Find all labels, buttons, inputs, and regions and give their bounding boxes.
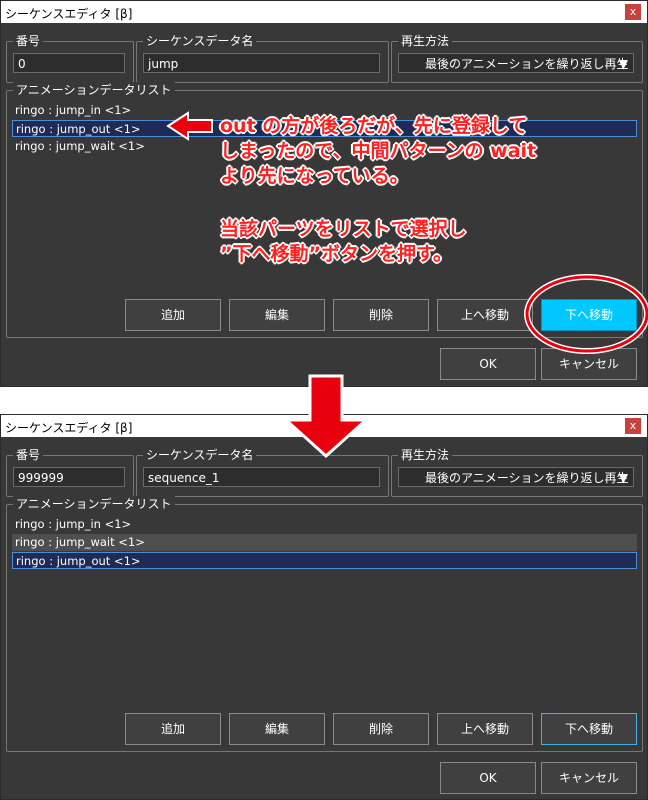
title-bar: シーケンスエディタ [β] x [1, 1, 647, 23]
annotation-text-3: より先になっている。 [220, 165, 409, 187]
sequence-name-field[interactable]: jump [143, 53, 380, 73]
title-bar: シーケンスエディタ [β] x [1, 415, 647, 437]
sequence-name-group: シーケンスデータ名 sequence_1 [136, 447, 389, 497]
annotation-text-5: ”下へ移動”ボタンを押す。 [220, 243, 453, 265]
play-mode-label: 再生方法 [398, 33, 453, 49]
play-mode-group: 再生方法 最後のアニメーションを繰り返し再生 ▼ [391, 33, 643, 83]
dropdown-arrow-icon[interactable]: ▼ [619, 54, 628, 74]
edit-button[interactable]: 編集 [229, 713, 325, 745]
add-button[interactable]: 追加 [125, 299, 221, 331]
close-icon[interactable]: x [625, 4, 641, 20]
close-icon[interactable]: x [625, 418, 641, 434]
ok-button[interactable]: OK [440, 348, 536, 380]
list-item[interactable]: ringo : jump_in <1> [12, 516, 637, 533]
move-down-button[interactable]: 下へ移動 [541, 299, 637, 331]
delete-button[interactable]: 削除 [333, 713, 429, 745]
play-mode-value: 最後のアニメーションを繰り返し再生 [425, 471, 629, 485]
dropdown-arrow-icon[interactable]: ▼ [619, 468, 628, 488]
ok-button[interactable]: OK [440, 762, 536, 794]
annotation-text-4: 当該パーツをリストで選択し [220, 218, 467, 240]
move-down-button[interactable]: 下へ移動 [541, 713, 637, 745]
dialog-client-area: 番号 0 シーケンスデータ名 jump 再生方法 最後のアニメーションを繰り返し… [1, 24, 647, 386]
annotation-text-2: しまったので、中間パターンの wait [220, 140, 537, 162]
dialog-client-area: 番号 999999 シーケンスデータ名 sequence_1 再生方法 最後のア… [1, 438, 647, 799]
sequence-name-field[interactable]: sequence_1 [143, 467, 380, 487]
animation-list[interactable]: ringo : jump_in <1> ringo : jump_wait <1… [12, 513, 637, 701]
cancel-button[interactable]: キャンセル [541, 348, 637, 380]
sequence-name-label: シーケンスデータ名 [143, 447, 257, 463]
number-group: 番号 999999 [6, 447, 134, 497]
window-title: シーケンスエディタ [β] [5, 7, 133, 21]
edit-button[interactable]: 編集 [229, 299, 325, 331]
move-up-button[interactable]: 上へ移動 [437, 299, 533, 331]
play-mode-label: 再生方法 [398, 447, 453, 463]
sequence-name-label: シーケンスデータ名 [143, 33, 257, 49]
play-mode-select[interactable]: 最後のアニメーションを繰り返し再生 ▼ [398, 467, 634, 487]
add-button[interactable]: 追加 [125, 713, 221, 745]
list-item[interactable]: ringo : jump_out <1> [12, 552, 637, 569]
play-mode-group: 再生方法 最後のアニメーションを繰り返し再生 ▼ [391, 447, 643, 497]
sequence-name-group: シーケンスデータ名 jump [136, 33, 389, 83]
sequence-editor-dialog-before: シーケンスエディタ [β] x 番号 0 シーケンスデータ名 jump 再生方法… [0, 0, 648, 387]
number-label: 番号 [13, 447, 44, 463]
number-field[interactable]: 0 [13, 53, 125, 73]
play-mode-value: 最後のアニメーションを繰り返し再生 [425, 57, 629, 71]
cancel-button[interactable]: キャンセル [541, 762, 637, 794]
list-item[interactable]: ringo : jump_wait <1> [12, 534, 637, 551]
move-up-button[interactable]: 上へ移動 [437, 713, 533, 745]
annotation-text-1: out の方が後ろだが、先に登録して [220, 115, 528, 137]
animation-list-label: アニメーションデータリスト [13, 82, 175, 98]
number-group: 番号 0 [6, 33, 134, 83]
number-label: 番号 [13, 33, 44, 49]
window-title: シーケンスエディタ [β] [5, 421, 133, 435]
delete-button[interactable]: 削除 [333, 299, 429, 331]
animation-list-group: アニメーションデータリスト ringo : jump_in <1> ringo … [6, 496, 643, 752]
play-mode-select[interactable]: 最後のアニメーションを繰り返し再生 ▼ [398, 53, 634, 73]
number-field[interactable]: 999999 [13, 467, 125, 487]
animation-list-label: アニメーションデータリスト [13, 496, 175, 512]
sequence-editor-dialog-after: シーケンスエディタ [β] x 番号 999999 シーケンスデータ名 sequ… [0, 414, 648, 800]
